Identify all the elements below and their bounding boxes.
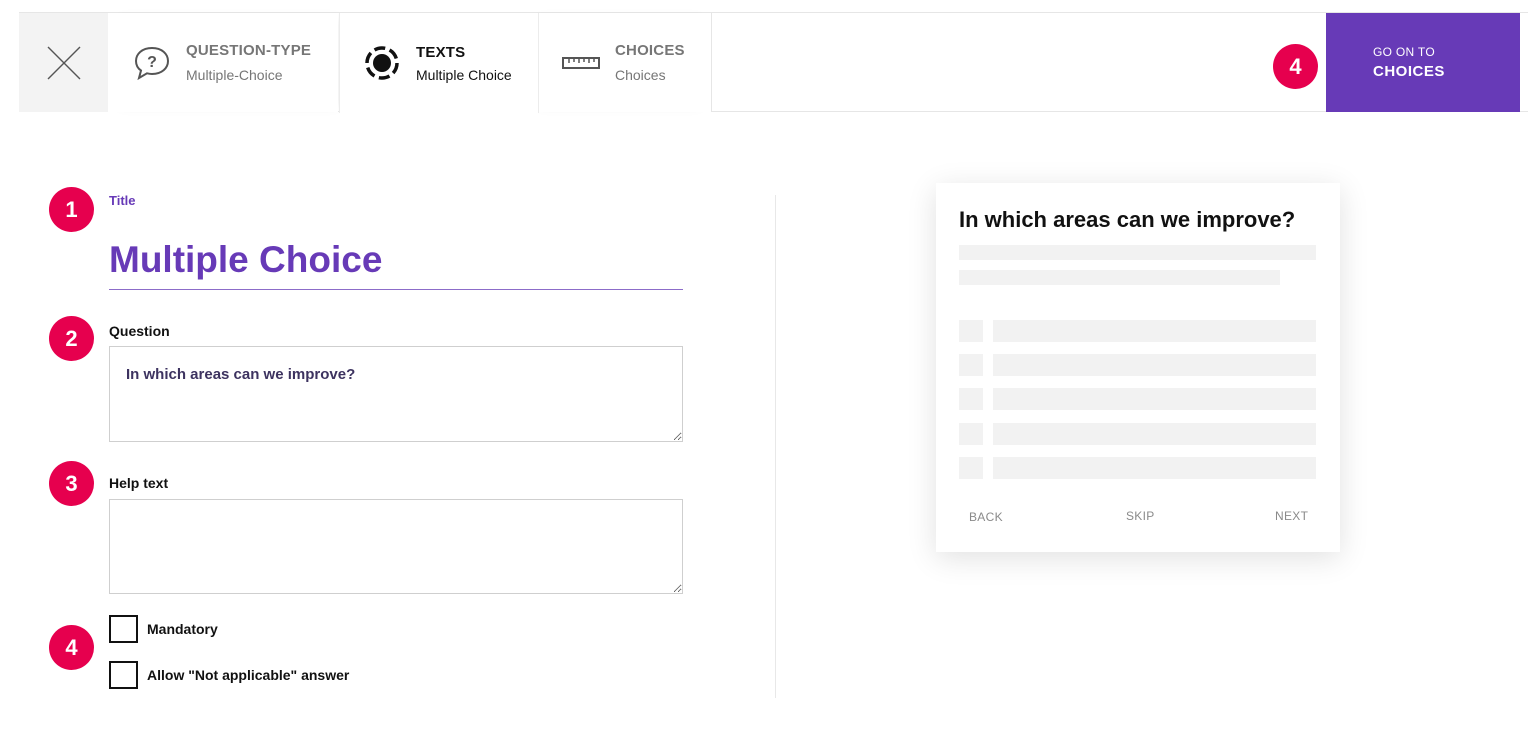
ruler-icon <box>561 56 601 70</box>
mandatory-label: Mandatory <box>147 621 218 637</box>
question-preview-card: In which areas can we improve? BACK SKIP… <box>936 183 1340 552</box>
tab-title: QUESTION-TYPE <box>186 42 312 59</box>
tab-choices[interactable]: CHOICES Choices <box>539 13 712 112</box>
step-badge-question: 2 <box>49 316 94 361</box>
step-badge-options: 4 <box>49 625 94 670</box>
step-badge-title: 1 <box>49 187 94 232</box>
next-button-big-label: CHOICES <box>1373 63 1445 80</box>
mandatory-option[interactable]: Mandatory <box>109 615 218 643</box>
tab-title: TEXTS <box>416 43 466 61</box>
preview-choice-bar <box>993 457 1316 479</box>
help-text-label: Help text <box>109 475 169 491</box>
svg-text:?: ? <box>147 54 157 71</box>
preview-skip-link[interactable]: SKIP <box>1126 509 1155 523</box>
tab-texts[interactable]: TEXTS Multiple Choice <box>339 13 539 113</box>
tab-question-type-text: QUESTION-TYPE Multiple-Choice <box>186 42 311 83</box>
title-input[interactable] <box>109 230 683 290</box>
preview-placeholder-line <box>959 245 1316 260</box>
tab-choices-text: CHOICES Choices <box>615 42 685 83</box>
preview-choice-bar <box>993 388 1316 410</box>
close-icon <box>47 46 80 79</box>
tab-subtitle: Multiple-Choice <box>186 67 283 83</box>
not-applicable-label: Allow "Not applicable" answer <box>147 667 350 683</box>
preview-choice-bar <box>993 320 1316 342</box>
question-textarea[interactable]: In which areas can we improve? <box>109 346 683 442</box>
help-text-textarea[interactable] <box>109 499 683 594</box>
preview-question-title: In which areas can we improve? <box>959 207 1296 232</box>
close-button[interactable] <box>19 13 108 112</box>
next-button-small-label: GO ON TO <box>1373 45 1435 59</box>
vertical-divider <box>775 195 776 698</box>
tab-title: CHOICES <box>615 42 685 59</box>
step-badge-help-text: 3 <box>49 461 94 506</box>
tab-question-type[interactable]: ? QUESTION-TYPE Multiple-Choice <box>108 13 338 112</box>
preview-choice-box <box>959 354 983 376</box>
tab-texts-text: TEXTS Multiple Choice <box>416 44 512 83</box>
preview-choice-box <box>959 457 983 479</box>
speech-bubble-question-icon: ? <box>132 45 172 81</box>
question-label: Question <box>109 323 170 339</box>
radio-target-icon <box>362 44 402 82</box>
tab-subtitle: Choices <box>615 67 666 83</box>
not-applicable-checkbox[interactable] <box>109 661 138 689</box>
preview-choice-bar <box>993 354 1316 376</box>
go-on-to-choices-button[interactable]: GO ON TO CHOICES <box>1326 13 1520 112</box>
preview-next-link[interactable]: NEXT <box>1275 509 1308 523</box>
preview-choice-box <box>959 320 983 342</box>
preview-choice-box <box>959 388 983 410</box>
mandatory-checkbox[interactable] <box>109 615 138 643</box>
not-applicable-option[interactable]: Allow "Not applicable" answer <box>109 661 349 689</box>
title-label: Title <box>109 193 136 208</box>
preview-placeholder-line <box>959 270 1280 285</box>
preview-back-link[interactable]: BACK <box>969 510 1003 524</box>
tab-subtitle: Multiple Choice <box>416 66 512 83</box>
preview-choice-bar <box>993 423 1316 445</box>
preview-choice-box <box>959 423 983 445</box>
step-badge-next: 4 <box>1273 44 1318 89</box>
